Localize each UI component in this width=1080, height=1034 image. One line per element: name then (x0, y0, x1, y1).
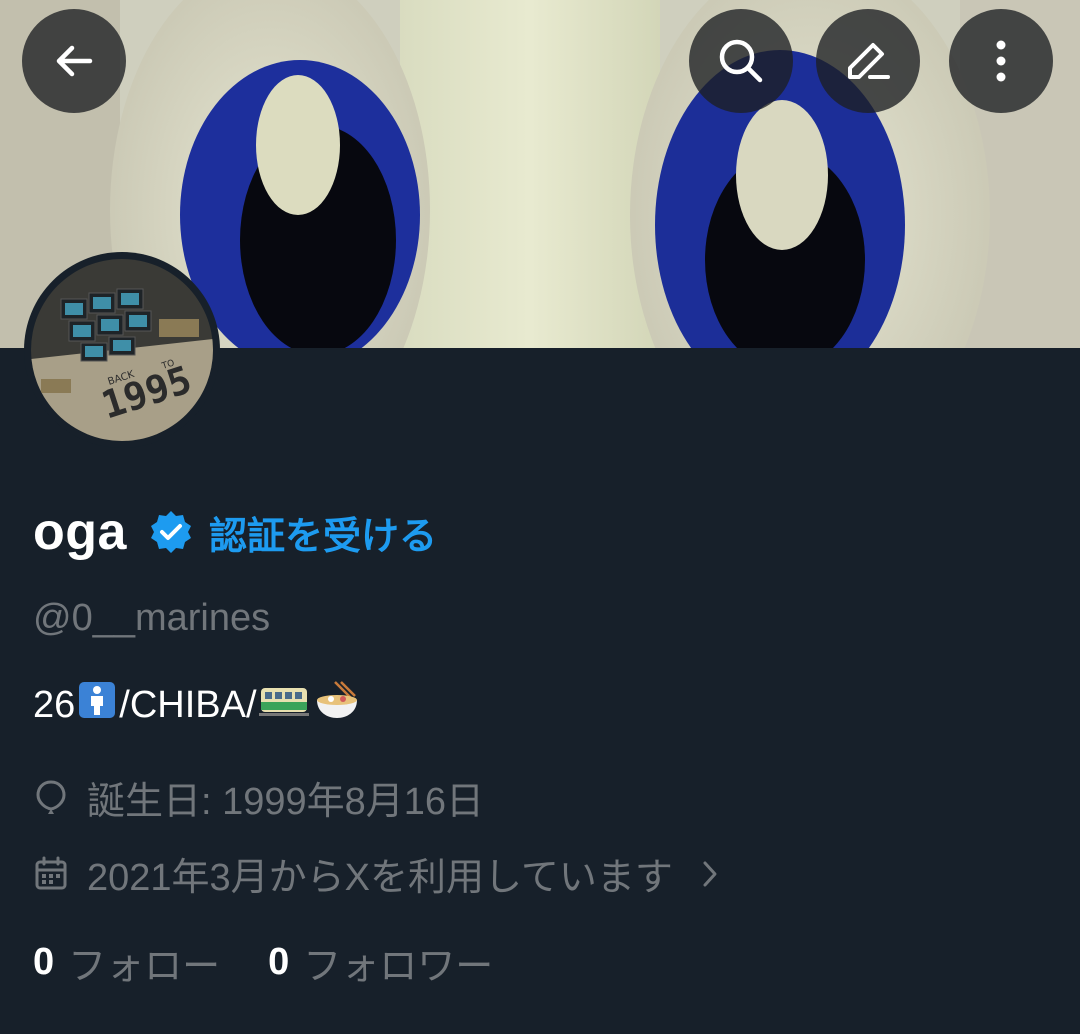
birthday-text: 誕生日: 1999年8月16日 (87, 781, 485, 823)
bio-age: 26 (33, 683, 76, 726)
arrow-left-icon (56, 45, 93, 77)
man-emoji-icon (77, 680, 117, 730)
followers-count: 0 (268, 941, 290, 983)
joined-text: 2021年3月からXを利用しています (87, 857, 673, 899)
avatar-image: BACK TO 1995 (31, 259, 213, 441)
more-options-button[interactable] (949, 9, 1053, 113)
balloon-icon (36, 779, 66, 814)
back-button[interactable] (22, 9, 126, 113)
vertical-ellipsis-icon (996, 40, 1006, 82)
chevron-right-icon (703, 861, 717, 886)
following-label: フォロー (68, 946, 221, 988)
train-emoji-icon (258, 680, 309, 730)
username-handle: @0__marines (33, 597, 271, 639)
verified-badge-icon[interactable] (147, 508, 195, 556)
edit-button[interactable] (816, 9, 920, 113)
profile-bio: 26 /CHIBA/ (33, 680, 363, 730)
birthday-row: 誕生日: 1999年8月16日 (33, 770, 484, 825)
calendar-icon (35, 856, 67, 889)
ramen-emoji-icon (313, 680, 361, 730)
profile-avatar[interactable]: BACK TO 1995 (24, 252, 220, 448)
joined-date-row[interactable]: 2021年3月からXを利用しています (33, 846, 721, 901)
search-icon (719, 39, 763, 83)
search-button[interactable] (689, 9, 793, 113)
following-count: 0 (33, 941, 55, 983)
pencil-icon (848, 43, 890, 79)
display-name: oga (33, 503, 127, 561)
following-link[interactable]: 0 フォロー (33, 935, 220, 990)
followers-link[interactable]: 0 フォロワー (268, 935, 493, 990)
name-row: oga 認証を受ける (33, 500, 437, 564)
followers-label: フォロワー (303, 946, 494, 988)
bio-location: /CHIBA/ (119, 683, 257, 726)
follow-stats: 0 フォロー 0 フォロワー (33, 935, 493, 990)
get-verified-link[interactable]: 認証を受ける (209, 505, 437, 560)
